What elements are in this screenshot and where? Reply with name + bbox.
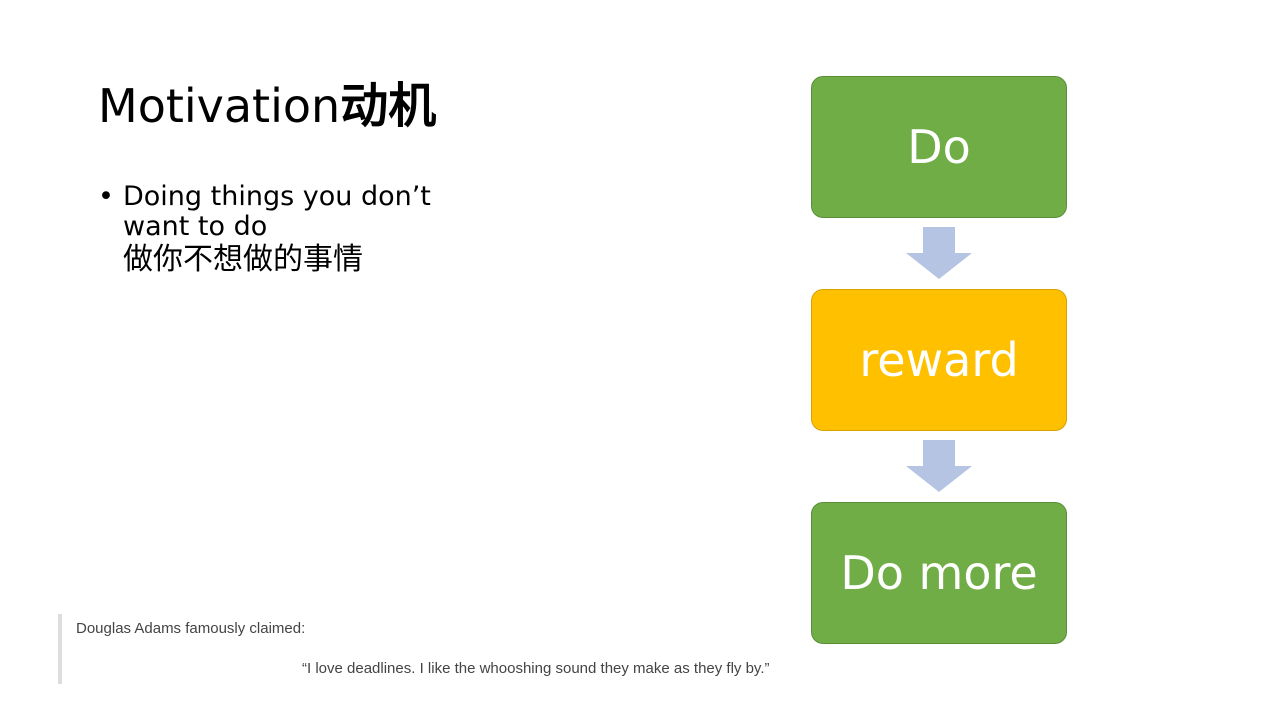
- bullet-line-chinese: 做你不想做的事情: [123, 242, 363, 277]
- flow-step-do-label: Do: [907, 120, 971, 174]
- bullet-item: • Doing things you don’t want to do 做你不想…: [98, 182, 498, 278]
- flow-step-reward: reward: [811, 289, 1067, 431]
- down-arrow-icon: [906, 227, 972, 279]
- slide: Motivation动机 • Doing things you don’t wa…: [0, 0, 1280, 720]
- down-arrow-icon: [906, 440, 972, 492]
- bullet-list: • Doing things you don’t want to do 做你不想…: [98, 182, 498, 278]
- flow-step-do-more-label: Do more: [840, 546, 1038, 600]
- flow-step-do-more: Do more: [811, 502, 1067, 644]
- quote-text: “I love deadlines. I like the whooshing …: [302, 660, 770, 677]
- bullet-marker: •: [98, 181, 114, 212]
- bullet-line-1: Doing things you don’t: [123, 181, 431, 212]
- down-arrow-shape: [906, 440, 972, 492]
- flow-step-do: Do: [811, 76, 1067, 218]
- bullet-line-2: want to do: [123, 211, 268, 242]
- title-english: Motivation: [98, 79, 341, 133]
- slide-title: Motivation动机: [98, 74, 436, 138]
- flow-step-reward-label: reward: [859, 333, 1019, 387]
- title-chinese: 动机: [340, 78, 437, 134]
- down-arrow-shape: [906, 227, 972, 279]
- quote-intro: Douglas Adams famously claimed:: [76, 620, 306, 637]
- quote-bar: [58, 614, 62, 684]
